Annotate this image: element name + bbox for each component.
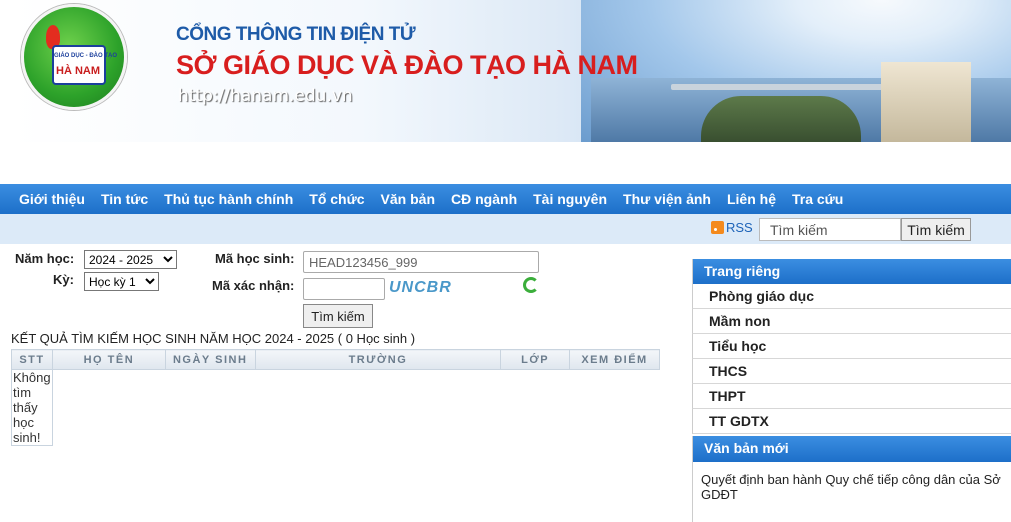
nav-item-gioi-thieu[interactable]: Giới thiệu	[0, 191, 93, 207]
captcha-image: UNCBR	[389, 279, 452, 296]
term-select[interactable]: Học kỳ 1	[84, 272, 159, 291]
year-select[interactable]: 2024 - 2025	[84, 250, 177, 269]
nav-item-to-chuc[interactable]: Tổ chức	[301, 191, 372, 207]
logo-line2: HÀ NAM	[56, 65, 100, 77]
nav-item-thu-tuc[interactable]: Thủ tục hành chính	[156, 191, 301, 207]
results-title: KẾT QUẢ TÌM KIẾM HỌC SINH NĂM HỌC 2024 -…	[11, 331, 416, 346]
captcha-input[interactable]	[303, 278, 385, 300]
banner-trees	[701, 96, 861, 142]
rss-link[interactable]: RSS	[711, 220, 753, 235]
sidebar-item-mam-non[interactable]: Mầm non	[692, 309, 1011, 334]
site-search-input[interactable]	[759, 218, 901, 241]
refresh-icon[interactable]	[523, 277, 539, 293]
nav-item-tai-nguyen[interactable]: Tài nguyên	[525, 191, 615, 207]
sidebar-item-tt-gdtx[interactable]: TT GDTX	[692, 409, 1011, 434]
rss-icon	[711, 221, 724, 234]
banner-building	[881, 62, 971, 142]
site-logo[interactable]: GIÁO DỤC - ĐÀO TẠO HÀ NAM	[21, 4, 127, 110]
student-id-label: Mã học sinh:	[215, 251, 295, 266]
portal-title: CỔNG THÔNG TIN ĐIỆN TỬ	[176, 24, 416, 45]
nav-item-tin-tuc[interactable]: Tin tức	[93, 191, 156, 207]
department-title: SỞ GIÁO DỤC VÀ ĐÀO TẠO HÀ NAM	[176, 50, 638, 80]
logo-line1: GIÁO DỤC - ĐÀO TẠO	[54, 53, 117, 59]
sidebar-item-thpt[interactable]: THPT	[692, 384, 1011, 409]
banner-bridge	[671, 84, 891, 90]
captcha-label: Mã xác nhận:	[212, 278, 295, 293]
term-label: Kỳ:	[53, 272, 74, 287]
student-id-input[interactable]	[303, 251, 539, 273]
news-link[interactable]: Quyết định ban hành Quy chế tiếp công dâ…	[692, 462, 1011, 522]
sidebar-item-thcs[interactable]: THCS	[692, 359, 1011, 384]
col-ho-ten: Họ tên	[51, 349, 166, 370]
sidebar: Trang riêng Phòng giáo dục Mầm non Tiểu …	[692, 259, 1011, 522]
results-table: STT Họ tên Ngày sinh Trường Lớp Xem điểm…	[11, 349, 660, 446]
sidebar-item-phong-giao-duc[interactable]: Phòng giáo dục	[692, 284, 1011, 309]
empty-filler	[52, 370, 659, 446]
col-stt: STT	[11, 349, 53, 370]
student-search-button[interactable]: Tìm kiếm	[303, 304, 373, 328]
site-search-button[interactable]: Tìm kiếm	[901, 218, 971, 241]
nav-item-cd-nganh[interactable]: CĐ ngành	[443, 191, 525, 207]
year-label: Năm học:	[15, 251, 75, 266]
nav-item-lien-he[interactable]: Liên hệ	[719, 191, 784, 207]
rss-label: RSS	[726, 220, 753, 235]
table-header-row: STT Họ tên Ngày sinh Trường Lớp Xem điểm	[11, 349, 660, 370]
new-documents-title: Văn bản mới	[692, 436, 1011, 462]
col-ngay-sinh: Ngày sinh	[164, 349, 256, 370]
nav-item-thu-vien-anh[interactable]: Thư viện ảnh	[615, 191, 719, 207]
sidebar-item-tieu-hoc[interactable]: Tiểu học	[692, 334, 1011, 359]
col-xem-diem: Xem điểm	[569, 349, 660, 370]
nav-item-van-ban[interactable]: Văn bản	[373, 191, 443, 207]
site-url: http://hanam.edu.vn	[178, 86, 353, 106]
private-pages-title: Trang riêng	[692, 259, 1011, 284]
main-nav: Giới thiệu Tin tức Thủ tục hành chính Tổ…	[0, 184, 1011, 214]
empty-message: Không tìm thấy học sinh!	[11, 369, 53, 446]
col-lop: Lớp	[500, 349, 571, 370]
col-truong: Trường	[254, 349, 502, 370]
nav-item-tra-cuu[interactable]: Tra cứu	[784, 191, 851, 207]
table-row: Không tìm thấy học sinh!	[11, 369, 660, 446]
